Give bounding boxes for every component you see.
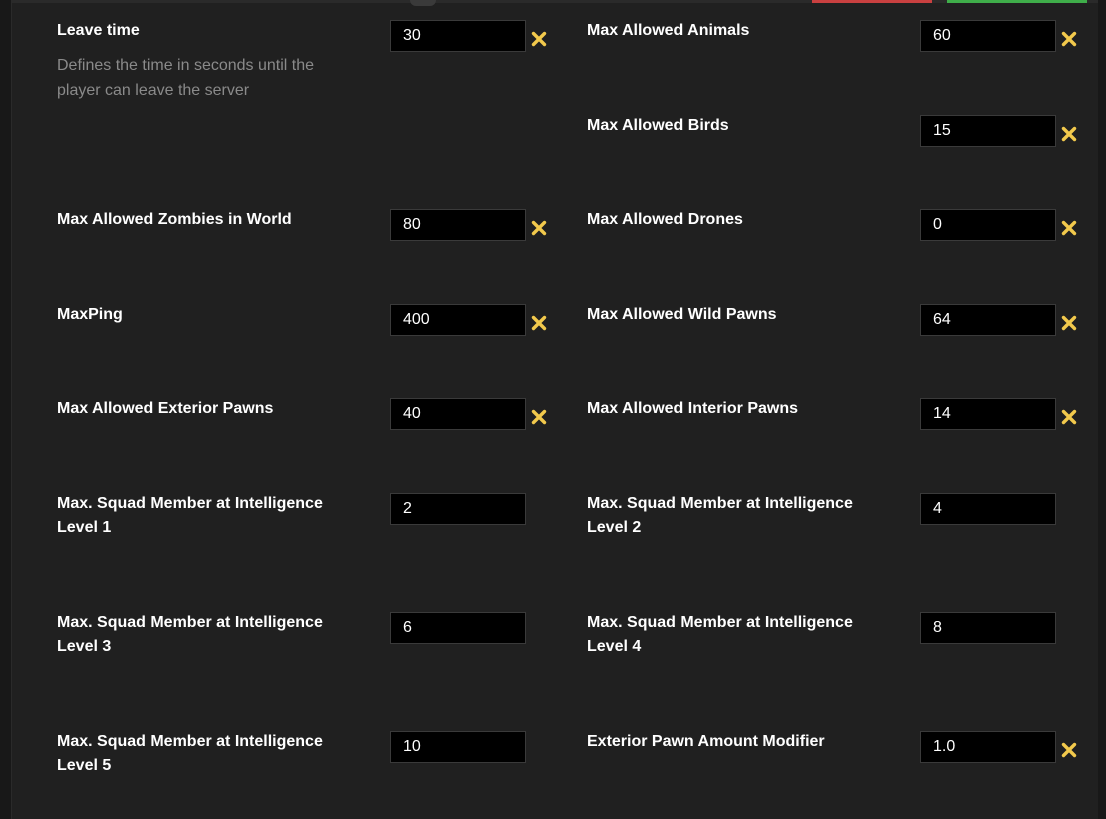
max-ping-input[interactable]: 400: [390, 304, 526, 336]
close-x-icon[interactable]: [531, 31, 547, 47]
squad-level-4-input[interactable]: 8: [920, 612, 1056, 644]
exterior-pawn-amount-modifier-input[interactable]: 1.0: [920, 731, 1056, 763]
exterior-pawn-amount-modifier-label: Exterior Pawn Amount Modifier: [587, 733, 825, 750]
squad-level-2-label: Max. Squad Member at Intelligence Level …: [587, 495, 853, 536]
scroll-handle[interactable]: [410, 0, 436, 6]
squad-level-1-label: Max. Squad Member at Intelligence Level …: [57, 495, 323, 536]
confirm-button[interactable]: [947, 0, 1087, 3]
close-x-icon[interactable]: [1061, 31, 1077, 47]
squad-level-3-label: Max. Squad Member at Intelligence Level …: [57, 614, 323, 655]
max-allowed-zombies-label: Max Allowed Zombies in World: [57, 211, 292, 228]
left-frame: [0, 0, 12, 819]
max-allowed-wild-pawns-label: Max Allowed Wild Pawns: [587, 306, 777, 323]
max-ping-label: MaxPing: [57, 306, 123, 323]
max-allowed-interior-pawns-label: Max Allowed Interior Pawns: [587, 400, 799, 417]
cancel-button[interactable]: [812, 0, 932, 3]
squad-level-3-input[interactable]: 6: [390, 612, 526, 644]
server-settings-panel: Leave time Defines the time in seconds u…: [0, 0, 1106, 819]
squad-level-2-input[interactable]: 4: [920, 493, 1056, 525]
max-allowed-birds-label: Max Allowed Birds: [587, 117, 729, 134]
close-x-icon[interactable]: [1061, 742, 1077, 758]
close-x-icon[interactable]: [1061, 315, 1077, 331]
close-x-icon[interactable]: [1061, 409, 1077, 425]
leave-time-description: Defines the time in seconds until the pl…: [57, 57, 315, 99]
close-x-icon[interactable]: [1061, 220, 1077, 236]
max-allowed-exterior-pawns-label: Max Allowed Exterior Pawns: [57, 400, 274, 417]
close-x-icon[interactable]: [531, 409, 547, 425]
leave-time-label: Leave time: [57, 22, 140, 39]
max-allowed-interior-pawns-input[interactable]: 14: [920, 398, 1056, 430]
max-allowed-drones-label: Max Allowed Drones: [587, 211, 743, 228]
close-x-icon[interactable]: [531, 315, 547, 331]
max-allowed-animals-label: Max Allowed Animals: [587, 22, 750, 39]
max-allowed-exterior-pawns-input[interactable]: 40: [390, 398, 526, 430]
max-allowed-birds-input[interactable]: 15: [920, 115, 1056, 147]
right-frame: [1098, 0, 1106, 819]
top-bar: [0, 0, 1106, 3]
max-allowed-wild-pawns-input[interactable]: 64: [920, 304, 1056, 336]
squad-level-1-input[interactable]: 2: [390, 493, 526, 525]
max-allowed-drones-input[interactable]: 0: [920, 209, 1056, 241]
close-x-icon[interactable]: [531, 220, 547, 236]
close-x-icon[interactable]: [1061, 126, 1077, 142]
squad-level-5-label: Max. Squad Member at Intelligence Level …: [57, 733, 323, 774]
max-allowed-zombies-input[interactable]: 80: [390, 209, 526, 241]
leave-time-input[interactable]: 30: [390, 20, 526, 52]
squad-level-4-label: Max. Squad Member at Intelligence Level …: [587, 614, 853, 655]
squad-level-5-input[interactable]: 10: [390, 731, 526, 763]
max-allowed-animals-input[interactable]: 60: [920, 20, 1056, 52]
